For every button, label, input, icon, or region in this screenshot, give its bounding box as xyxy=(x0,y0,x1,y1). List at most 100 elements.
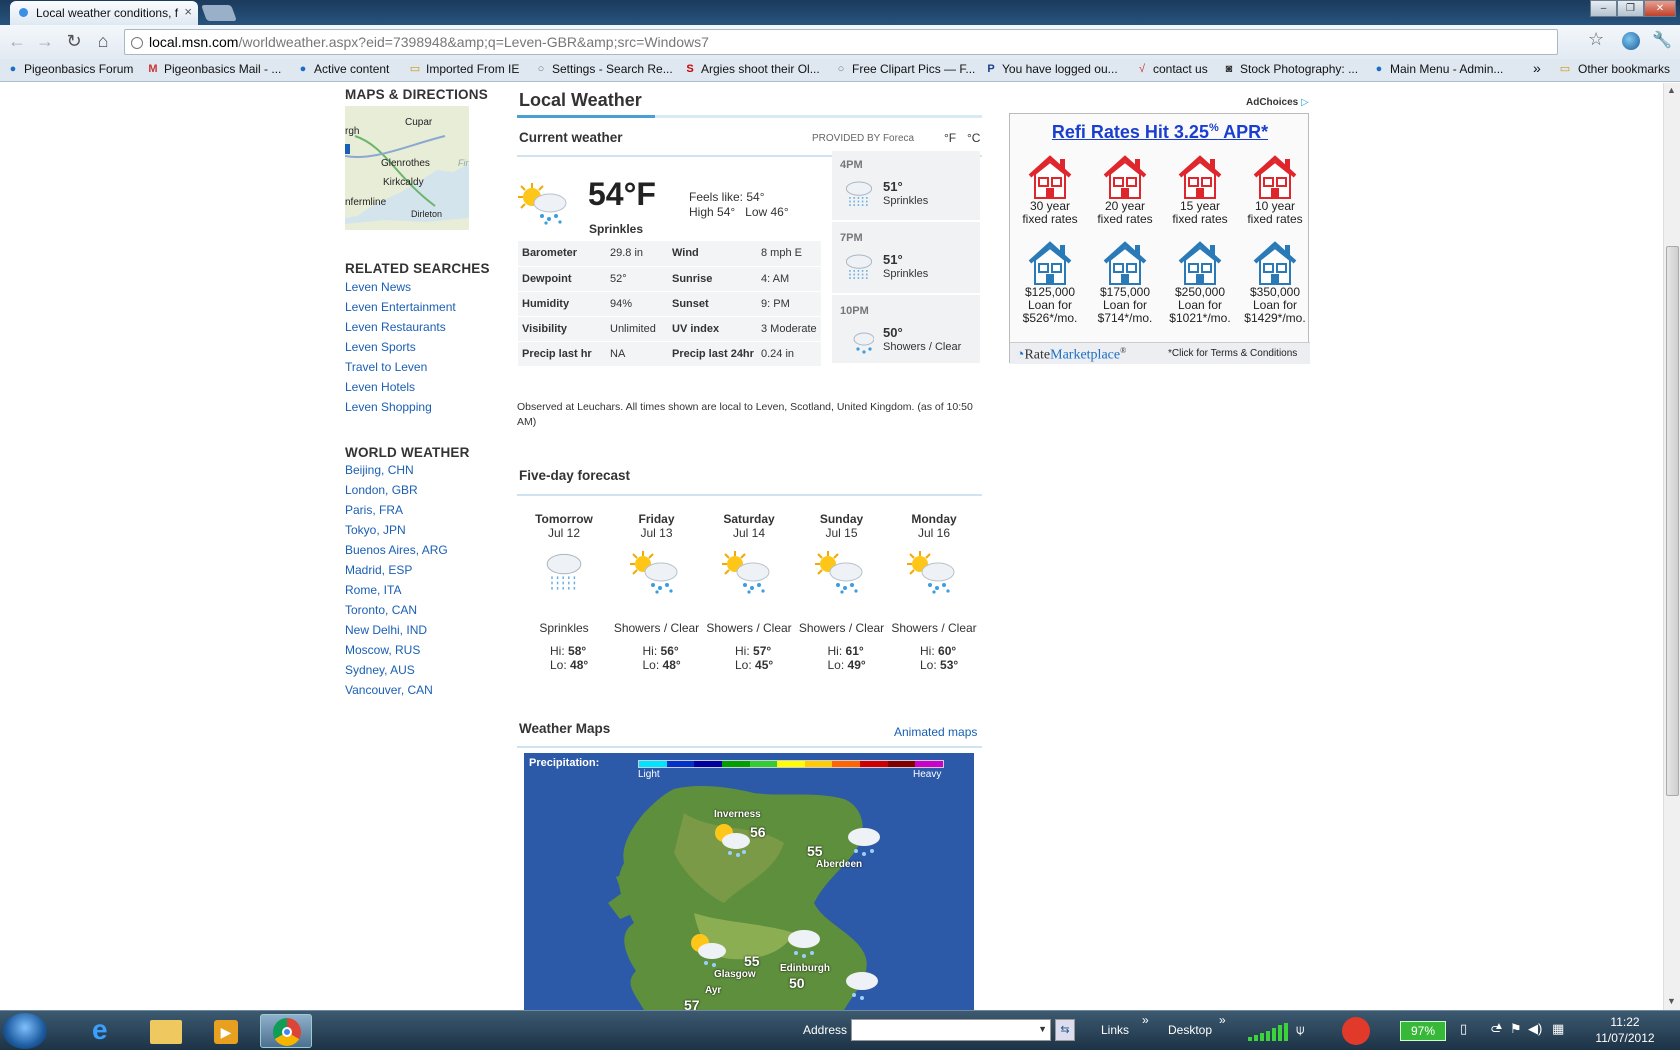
world-city-link[interactable]: Rome, ITA xyxy=(345,583,401,597)
bookmark-item[interactable]: ◙ Stock Photography: ... xyxy=(1222,62,1358,76)
world-city-link[interactable]: Tokyo, JPN xyxy=(345,523,406,537)
world-city-link[interactable]: Madrid, ESP xyxy=(345,563,412,577)
back-arrow-icon[interactable]: ← xyxy=(6,31,28,52)
related-search-link[interactable]: Leven Entertainment xyxy=(345,300,456,314)
bookmark-item[interactable]: ○ Settings - Search Re... xyxy=(534,62,673,76)
new-tab-button[interactable] xyxy=(201,5,237,21)
wrench-menu-icon[interactable]: 🔧 xyxy=(1652,30,1672,50)
wireless-icon[interactable]: ⍦ xyxy=(1296,1021,1304,1038)
desktop-overflow-icon[interactable]: » xyxy=(1219,1013,1226,1027)
fixed-rate-option[interactable]: 20 year fixed rates xyxy=(1089,154,1161,236)
map-temp: 55 xyxy=(744,953,760,969)
scroll-thumb[interactable] xyxy=(1666,246,1679,796)
ie-taskbar-button[interactable]: e xyxy=(80,1014,132,1048)
loan-option[interactable]: $125,000 Loan for $526*/mo. xyxy=(1014,240,1086,336)
precipitation-map[interactable]: Precipitation: Light Heavy Inverness 56 … xyxy=(524,753,974,1010)
world-city-link[interactable]: Moscow, RUS xyxy=(345,643,420,657)
hi-label: Hi: xyxy=(827,644,843,658)
minimize-button[interactable]: – xyxy=(1590,0,1617,17)
desktop-toolbar[interactable]: Desktop xyxy=(1168,1023,1212,1037)
hourly-temp: 50° xyxy=(883,325,903,340)
related-search-link[interactable]: Leven Shopping xyxy=(345,400,432,414)
address-go-button[interactable]: ⇆ xyxy=(1055,1019,1075,1041)
address-bar[interactable]: local.msn.com/worldweather.aspx?eid=7398… xyxy=(124,29,1558,55)
bookmark-item[interactable]: ○ Free Clipart Pics — F... xyxy=(834,62,976,76)
browser-tab[interactable]: Local weather conditions, f × xyxy=(10,1,198,25)
notification-app-icon[interactable] xyxy=(1342,1017,1370,1045)
world-city-link[interactable]: New Delhi, IND xyxy=(345,623,427,637)
related-search-link[interactable]: Leven News xyxy=(345,280,411,294)
taskbar-address-input[interactable]: ▼ xyxy=(851,1019,1051,1041)
fixed-rate-option[interactable]: 30 year fixed rates xyxy=(1014,154,1086,236)
flag-icon[interactable]: ⚑ xyxy=(1510,1021,1522,1037)
world-city-link[interactable]: Buenos Aires, ARG xyxy=(345,543,448,557)
bookmark-item[interactable]: S Argies shoot their Ol... xyxy=(683,62,819,76)
fixed-rate-option[interactable]: 10 year fixed rates xyxy=(1239,154,1311,236)
start-button[interactable] xyxy=(3,1013,47,1049)
taskbar-clock[interactable]: 11:22 11/07/2012 xyxy=(1580,1014,1670,1046)
loan-option[interactable]: $250,000 Loan for $1021*/mo. xyxy=(1164,240,1236,336)
world-city-link[interactable]: Paris, FRA xyxy=(345,503,403,517)
bookmark-item[interactable]: ▭ Imported From IE xyxy=(408,62,520,76)
loan-option[interactable]: $350,000 Loan for $1429*/mo. xyxy=(1239,240,1311,336)
world-city-link[interactable]: Beijing, CHN xyxy=(345,463,414,477)
world-city-link[interactable]: Toronto, CAN xyxy=(345,603,417,617)
links-toolbar[interactable]: Links xyxy=(1101,1023,1129,1037)
bookmark-item[interactable]: ● Pigeonbasics Forum xyxy=(6,62,134,76)
tab-close-icon[interactable]: × xyxy=(184,4,192,19)
celsius-toggle[interactable]: °C xyxy=(967,131,980,145)
show-hidden-icons-icon[interactable]: ▲ xyxy=(1494,1021,1504,1032)
mini-map[interactable]: Cupar Glenrothes Kirkcaldy Dirleton rgh … xyxy=(345,106,469,230)
close-window-button[interactable]: ✕ xyxy=(1644,0,1676,17)
forecast-hi: Hi: 60° xyxy=(920,644,958,658)
forecast-date: Jul 13 xyxy=(640,526,673,540)
action-center-icon[interactable]: ▦ xyxy=(1552,1021,1564,1037)
house-icon xyxy=(1103,155,1147,199)
bookmark-item[interactable]: P You have logged ou... xyxy=(984,62,1117,76)
related-search-link[interactable]: Travel to Leven xyxy=(345,360,427,374)
bookmark-item[interactable]: M Pigeonbasics Mail - ... xyxy=(146,62,281,76)
links-overflow-icon[interactable]: » xyxy=(1142,1013,1149,1027)
reload-icon[interactable]: ↻ xyxy=(63,31,85,52)
related-search-link[interactable]: Leven Sports xyxy=(345,340,416,354)
adchoices-link[interactable]: AdChoices ▷ xyxy=(1246,97,1309,108)
forecast-lo: Lo: 53° xyxy=(920,658,958,672)
animated-maps-link[interactable]: Animated maps xyxy=(894,725,977,739)
map-label: Dirleton xyxy=(411,209,443,219)
battery-indicator[interactable]: 97% xyxy=(1400,1021,1446,1041)
chrome-taskbar-button[interactable] xyxy=(260,1014,312,1048)
volume-icon[interactable]: ◀) xyxy=(1528,1021,1542,1037)
dropdown-arrow-icon[interactable]: ▼ xyxy=(1038,1024,1047,1034)
related-search-link[interactable]: Leven Hotels xyxy=(345,380,415,394)
forward-arrow-icon[interactable]: → xyxy=(34,31,56,52)
bookmark-star-icon[interactable]: ☆ xyxy=(1588,29,1604,50)
scroll-up-icon[interactable]: ▲ xyxy=(1667,85,1676,95)
media-player-taskbar-button[interactable]: ▶ xyxy=(200,1014,252,1048)
extension-globe-icon[interactable] xyxy=(1622,32,1640,50)
bookmark-item[interactable]: ● Active content xyxy=(296,62,390,76)
stat-value: 29.8 in xyxy=(606,241,668,267)
network-signal-icon[interactable] xyxy=(1248,1023,1290,1041)
world-city-link[interactable]: Sydney, AUS xyxy=(345,663,415,677)
house-icon xyxy=(1178,155,1222,199)
other-bookmarks[interactable]: ▭ Other bookmarks xyxy=(1558,62,1670,76)
world-city-link[interactable]: Vancouver, CAN xyxy=(345,683,433,697)
world-city-link[interactable]: London, GBR xyxy=(345,483,418,497)
home-icon[interactable]: ⌂ xyxy=(92,31,114,52)
fahrenheit-toggle[interactable]: °F xyxy=(944,131,956,145)
power-icon[interactable]: ▯ xyxy=(1460,1021,1467,1037)
fixed-rate-option[interactable]: 15 year fixed rates xyxy=(1164,154,1236,236)
refi-rates-ad[interactable]: Refi Rates Hit 3.25% APR* 30 year fixed r… xyxy=(1009,113,1311,364)
map-label: Cupar xyxy=(405,117,433,128)
vertical-scrollbar[interactable]: ▲ ▼ xyxy=(1663,83,1680,1010)
explorer-taskbar-button[interactable] xyxy=(140,1014,192,1048)
related-search-link[interactable]: Leven Restaurants xyxy=(345,320,446,334)
hourly-forecast: 4PM 51° Sprinkles 7PM 51° Sprinkles 10PM 50° Sho… xyxy=(832,151,980,368)
maximize-button[interactable]: ❐ xyxy=(1617,0,1644,17)
scroll-down-icon[interactable]: ▼ xyxy=(1667,996,1676,1006)
bookmarks-overflow-icon[interactable]: » xyxy=(1533,60,1541,76)
bookmark-item[interactable]: √ contact us xyxy=(1135,62,1208,76)
bookmark-item[interactable]: ● Main Menu - Admin... xyxy=(1372,62,1504,76)
hourly-slot: 4PM 51° Sprinkles xyxy=(832,151,980,222)
loan-option[interactable]: $175,000 Loan for $714*/mo. xyxy=(1089,240,1161,336)
